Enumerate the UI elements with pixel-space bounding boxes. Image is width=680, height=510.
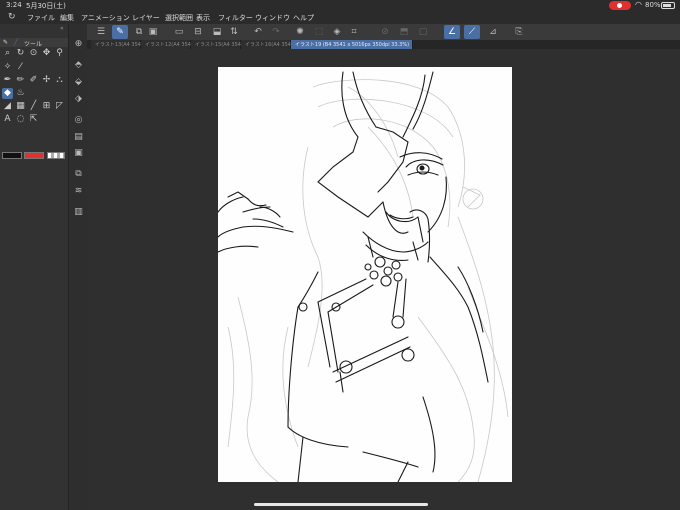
- material-icon[interactable]: ▥: [73, 207, 84, 218]
- command-bar: ☰ ✎ ⧉ ▣ ▭ ⊟ ⬓ ⇅ ↶ ↷ ✺ ⬚ ◈ ⌗ ⊘ ⬒ ▢ ∠ ⟋ ⊿ …: [87, 24, 680, 40]
- collapse-panel-icon[interactable]: «: [60, 25, 64, 32]
- menu-view[interactable]: 表示: [196, 13, 210, 23]
- wifi-icon: ◠: [635, 0, 642, 9]
- balloon-icon[interactable]: ◌: [15, 114, 26, 125]
- screen-recording-icon[interactable]: [609, 1, 631, 10]
- snap-special-ruler-icon[interactable]: ⟋: [464, 25, 480, 39]
- tab-illust-15[interactable]: イラスト15(A4 3541 x...: [191, 40, 253, 49]
- airbrush-icon[interactable]: ✢: [41, 75, 52, 86]
- battery-percentage: 80%: [645, 1, 661, 9]
- pen-tool-icon[interactable]: ✒: [2, 75, 13, 86]
- menu-window[interactable]: ウィンドウ: [255, 13, 290, 23]
- frame-icon[interactable]: ⊞: [41, 101, 52, 112]
- select-layer-icon[interactable]: ⊙: [28, 48, 39, 59]
- transparent-color-swatch[interactable]: [47, 152, 65, 159]
- album-icon[interactable]: ▣: [145, 25, 161, 39]
- tool-property-icon[interactable]: ⬙: [73, 77, 84, 88]
- eraser-icon[interactable]: ◆: [2, 88, 13, 99]
- status-bar: 3:24 5月30日(土) ◠ 80%: [0, 0, 680, 11]
- dropper-icon[interactable]: ⁄: [15, 62, 26, 73]
- main-color-swatch[interactable]: [2, 152, 22, 159]
- undo-icon[interactable]: ↶: [250, 25, 266, 39]
- menu-help[interactable]: ヘルプ: [293, 13, 314, 23]
- layer-property-icon[interactable]: ⧉: [73, 169, 84, 180]
- gradient-icon[interactable]: ▦: [15, 101, 26, 112]
- eyedropper-icon[interactable]: ⚲: [54, 48, 65, 59]
- shortcut-icon[interactable]: ⎘: [511, 25, 527, 39]
- ruler-icon[interactable]: ◸: [54, 101, 65, 112]
- tab-illust-19[interactable]: イラスト19 (B4 3541 x 5016px 350dpi 33.3%): [291, 40, 413, 49]
- date: 5月30日(土): [26, 2, 66, 10]
- pencil-icon[interactable]: ✏: [15, 75, 26, 86]
- menu-animation[interactable]: アニメーション: [81, 13, 130, 23]
- pen-icon: ✎: [3, 39, 9, 46]
- tool-panel-title: ツール: [24, 41, 43, 48]
- object-select-icon[interactable]: ⇱: [28, 114, 39, 125]
- crop-icon[interactable]: ⌗: [346, 25, 362, 39]
- navigator-icon[interactable]: ⊕: [73, 39, 84, 50]
- menu-selection[interactable]: 選択範囲: [165, 13, 193, 23]
- color-wheel-icon[interactable]: ◎: [73, 115, 84, 126]
- line-art-layer: [218, 71, 489, 482]
- brush-icon: ╱: [14, 39, 18, 46]
- snap-grid-icon[interactable]: ⊿: [485, 25, 501, 39]
- clock: 3:24: [6, 1, 22, 9]
- snap-ruler-icon[interactable]: ∠: [444, 25, 460, 39]
- fill-icon[interactable]: ◢: [2, 101, 13, 112]
- move-icon[interactable]: ✥: [41, 48, 52, 59]
- deselect-icon[interactable]: ▢: [415, 25, 431, 39]
- tab-illust-16[interactable]: イラスト16(A4 3541 x...: [241, 40, 303, 49]
- menu-layer[interactable]: レイヤー: [132, 13, 160, 23]
- tool-panel-header: ✎ ╱ ツール: [0, 38, 68, 48]
- zoom-icon[interactable]: ⌕: [2, 48, 13, 59]
- color-set-icon[interactable]: ▤: [73, 132, 84, 143]
- scale-icon[interactable]: ⬒: [396, 25, 412, 39]
- sub-color-swatch[interactable]: [24, 152, 44, 159]
- color-history-icon[interactable]: ▣: [73, 148, 84, 159]
- tab-illust-13[interactable]: イラスト13(A4 3541 x...: [91, 40, 153, 49]
- fill-selection-icon[interactable]: ◈: [329, 25, 345, 39]
- magic-wand-icon[interactable]: ✧: [2, 62, 13, 73]
- app-logo-icon[interactable]: ↻: [8, 12, 19, 22]
- edit-mode-icon[interactable]: ✎: [112, 25, 128, 39]
- drawing-canvas[interactable]: [218, 67, 512, 482]
- line-icon[interactable]: ╱: [28, 101, 39, 112]
- menu-list-icon[interactable]: ☰: [93, 25, 109, 39]
- layer-icon[interactable]: ≋: [73, 186, 84, 197]
- clear-icon[interactable]: ✺: [292, 25, 308, 39]
- menu-file[interactable]: ファイル: [27, 13, 55, 23]
- battery-icon: [661, 2, 675, 9]
- home-indicator[interactable]: [254, 503, 428, 506]
- clear-selection-icon[interactable]: ⬚: [311, 25, 327, 39]
- menu-bar: ↻ ファイル 編集 アニメーション レイヤー 選択範囲 表示 フィルター ウィン…: [0, 11, 680, 24]
- tab-illust-12[interactable]: イラスト12(A4 3541 x...: [141, 40, 203, 49]
- save-icon[interactable]: ⬓: [209, 25, 225, 39]
- tool-panel: « ✎ ╱ ツール ⌕ ↻ ⊙ ✥ ⚲ ✧ ⁄ ✒ ✏ ✐ ✢ ⛬ ◆ ♨ ◢ …: [0, 24, 68, 510]
- brush-size-icon[interactable]: ⬗: [73, 94, 84, 105]
- transform-icon[interactable]: ⊘: [377, 25, 393, 39]
- rotate-icon[interactable]: ↻: [15, 48, 26, 59]
- decoration-icon[interactable]: ⛬: [54, 75, 65, 86]
- text-icon[interactable]: A: [2, 114, 13, 125]
- brush-tool-icon[interactable]: ✐: [28, 75, 39, 86]
- open-icon[interactable]: ⊟: [190, 25, 206, 39]
- menu-edit[interactable]: 編集: [60, 13, 74, 23]
- side-command-bar: ⊕ ⬘ ⬙ ⬗ ◎ ▤ ▣ ⧉ ≋ ▥: [68, 24, 87, 510]
- sketch-artwork: [218, 71, 509, 482]
- subtool-icon[interactable]: ⬘: [73, 60, 84, 71]
- menu-filter[interactable]: フィルター: [218, 13, 253, 23]
- blend-icon[interactable]: ♨: [15, 88, 26, 99]
- document-tabs: イラスト13(A4 3541 x... イラスト12(A4 3541 x... …: [87, 40, 680, 49]
- new-canvas-icon[interactable]: ▭: [171, 25, 187, 39]
- sync-icon[interactable]: ⇅: [226, 25, 242, 39]
- redo-icon[interactable]: ↷: [268, 25, 284, 39]
